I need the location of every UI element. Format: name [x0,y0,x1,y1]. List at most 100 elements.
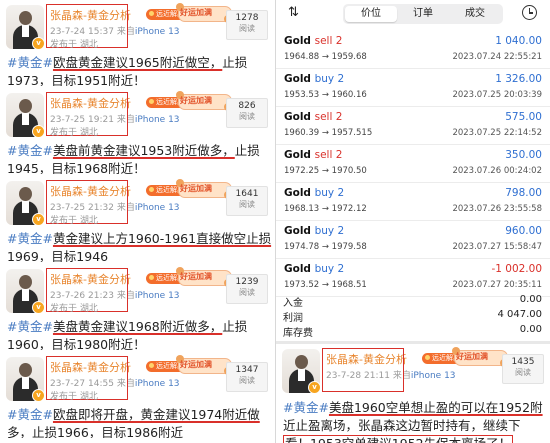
hashtag-link[interactable]: #黄金# [7,55,53,70]
trade-price-range: 1964.88 → 1959.68 [284,52,367,62]
sticker-text: 好运加满 [456,352,488,361]
post-text: #黄金#黄金建议上方1960-1961直接做空止损 1969，目标1946 [7,230,272,262]
post-text: #黄金#美盘1960空单想止盈的可以在1952附近止盈离场，张晶森这边暂时持有，… [283,399,545,443]
weibo-post[interactable]: v 张晶森-黄金分析 远近解离 23-7-24 15:37 来自iPhone 1… [0,0,275,86]
weibo-post[interactable]: v 张晶森-黄金分析 远近解离 23-7-27 14:55 来自iPhone 1… [0,352,275,438]
weibo-post-column: v 张晶森-黄金分析 远近解离 23-7-24 15:37 来自iPhone 1… [0,0,275,443]
hashtag-link[interactable]: #黄金# [7,231,53,246]
tab-positions[interactable]: 价位 [345,6,397,22]
post-location: 发布于 湖北 [50,128,98,138]
post-text-line: 欧盘黄金建议1965附近做空， [52,55,223,70]
hashtag-link[interactable]: #黄金# [283,400,329,415]
trade-row[interactable]: Gold buy 2 798.00 1968.13 → 1972.12 2023… [276,182,550,221]
weibo-post[interactable]: v 张晶森-黄金分析 远近解离 23-7-25 21:32 来自iPhone 1… [0,176,275,262]
read-number: 826 [238,101,256,111]
summary-label: 利润 [283,313,303,324]
post-device[interactable]: iPhone 13 [135,379,180,389]
read-label: 阅读 [239,112,255,121]
summary-label: 库存费 [283,328,313,339]
symbol-label: Gold [284,225,311,237]
read-number: 1278 [235,13,259,23]
post-text: #黄金#美盘黄金建议1968附近做多，止损1960，目标1980附近！ [7,318,272,350]
trade-symbol: Gold sell 2 [284,111,342,123]
verified-badge-icon: v [32,389,45,402]
trade-symbol: Gold sell 2 [284,35,342,47]
trade-profit: 1 040.00 [495,35,542,47]
hashtag-link[interactable]: #黄金# [7,407,53,422]
summary-row: 利润 4 047.00 [276,309,550,324]
read-count: 1641 阅读 [226,186,268,216]
sticker-text: 好运加满 [180,360,212,369]
trade-price-range: 1973.52 → 1968.51 [284,280,367,290]
read-count: 1239 阅读 [226,274,268,304]
post-text-line: 美盘黄金建议1968附近做多， [52,319,223,334]
trade-symbol: Gold buy 2 [284,187,344,199]
trade-price-range: 1968.13 → 1972.12 [284,204,367,214]
trade-side: buy 2 [314,225,345,237]
clock-icon[interactable] [522,5,537,20]
post-device[interactable]: iPhone 13 [135,27,180,37]
trade-profit: 350.00 [505,149,542,161]
hashtag-link[interactable]: #黄金# [7,319,53,334]
verified-badge-icon: v [32,37,45,50]
sticker-text: 好运加满 [180,96,212,105]
read-label: 阅读 [515,368,531,377]
trade-profit: -1 002.00 [491,263,542,275]
read-number: 1641 [235,189,259,199]
summary-label: 入金 [283,298,303,309]
lucky-sticker: 好运加满 [176,178,232,200]
trade-profit: 960.00 [505,225,542,237]
symbol-label: Gold [284,263,311,275]
history-toolbar: ⇅ 价位 订单 成交 [276,0,550,28]
post-text-line: 1969，目标1946 [7,249,109,262]
read-count: 1278 阅读 [226,10,268,40]
trade-side: buy 2 [314,73,345,85]
trade-row[interactable]: Gold sell 2 1 040.00 1964.88 → 1959.68 2… [276,30,550,69]
post-text-line: 看！1953空单建议1952先保本离场了！ [283,435,514,443]
weibo-post[interactable]: v 张晶森-黄金分析 远近解离 23-7-25 19:21 来自iPhone 1… [0,88,275,174]
sort-icon[interactable]: ⇅ [288,5,299,20]
lucky-sticker: 好运加满 [176,354,232,376]
trade-price-range: 1974.78 → 1979.58 [284,242,367,252]
trading-history-panel: ⇅ 价位 订单 成交 Gold sell 2 1 040.00 1964.88 … [276,0,550,443]
trade-time: 2023.07.26 23:55:58 [452,204,542,214]
summary-row: 入金 0.00 [276,294,550,309]
post-text-line: 美盘前黄金建议1953附近做多， [52,143,235,158]
tab-deals[interactable]: 成交 [449,6,501,22]
weibo-post[interactable]: v 张晶森-黄金分析 远近解离 23-7-28 21:11 来自iPhone 1… [276,344,550,443]
read-label: 阅读 [239,200,255,209]
sticker-text: 好运加满 [180,184,212,193]
verified-badge-icon: v [32,301,45,314]
lucky-sticker: 好运加满 [176,2,232,24]
read-label: 阅读 [239,288,255,297]
tab-orders[interactable]: 订单 [397,6,449,22]
post-device[interactable]: iPhone 13 [135,115,180,125]
hashtag-link[interactable]: #黄金# [7,143,53,158]
trade-side: buy 2 [314,187,345,199]
trade-time: 2023.07.26 00:24:02 [452,166,542,176]
read-number: 1435 [511,357,535,367]
lucky-sticker: 好运加满 [176,266,232,288]
trade-price-range: 1953.53 → 1960.16 [284,90,367,100]
lucky-sticker: 好运加满 [452,346,508,368]
verified-badge-icon: v [32,213,45,226]
post-text-line: 多，止损1966，目标1986附近 [7,425,184,438]
sticker-text: 好运加满 [180,272,212,281]
post-device[interactable]: iPhone 13 [135,203,180,213]
read-number: 1239 [235,277,259,287]
trade-time: 2023.07.25 22:14:52 [452,128,542,138]
trade-row[interactable]: Gold buy 2 960.00 1974.78 → 1979.58 2023… [276,220,550,259]
post-device[interactable]: iPhone 13 [135,291,180,301]
trade-row[interactable]: Gold buy 2 -1 002.00 1973.52 → 1968.51 2… [276,258,550,297]
read-number: 1347 [235,365,259,375]
post-location: 发布于 湖北 [50,304,98,314]
trade-profit: 575.00 [505,111,542,123]
symbol-label: Gold [284,149,311,161]
summary-value: 4 047.00 [497,309,542,320]
weibo-post[interactable]: v 张晶森-黄金分析 远近解离 23-7-26 21:23 来自iPhone 1… [0,264,275,350]
trade-row[interactable]: Gold sell 2 350.00 1972.25 → 1970.50 202… [276,144,550,183]
symbol-label: Gold [284,73,311,85]
trade-row[interactable]: Gold sell 2 575.00 1960.39 → 1957.515 20… [276,106,550,145]
post-device[interactable]: iPhone 13 [411,371,456,381]
trade-row[interactable]: Gold buy 2 1 326.00 1953.53 → 1960.16 20… [276,68,550,107]
